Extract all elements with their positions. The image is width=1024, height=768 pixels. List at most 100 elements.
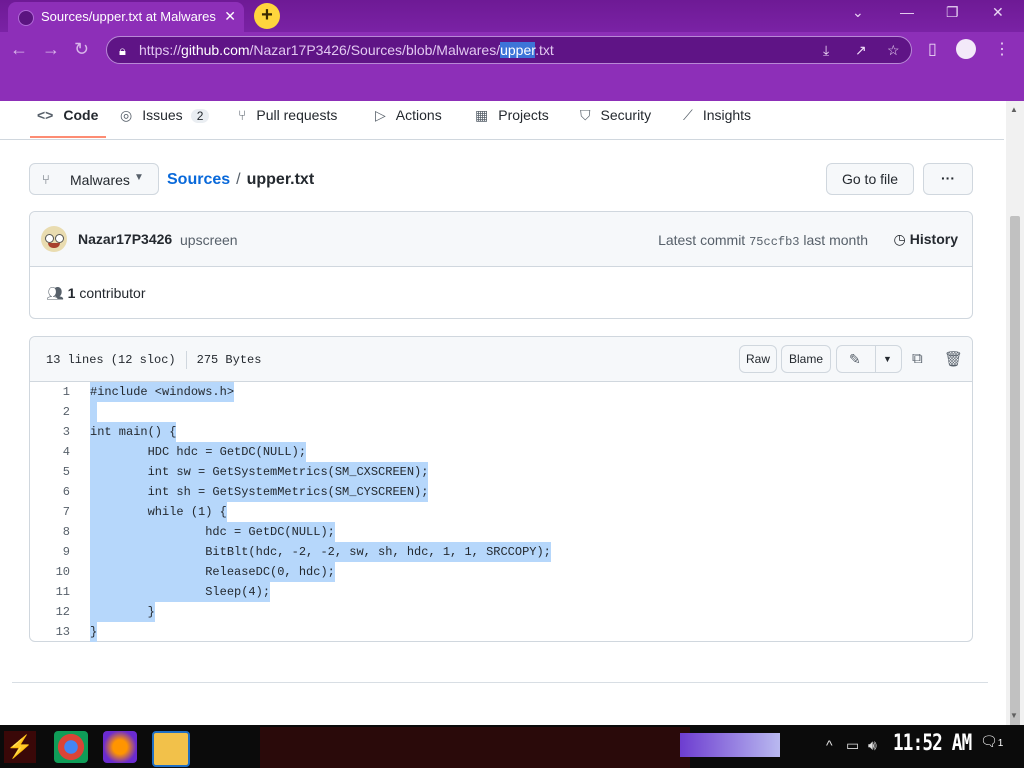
bookmark-star-icon[interactable]: ☆ [887, 42, 900, 59]
tab-pull-requests[interactable]: ⑂ Pull requests [238, 107, 337, 133]
new-tab-button[interactable]: + [254, 3, 280, 29]
chrome-taskbar-icon[interactable] [54, 731, 88, 763]
issues-count-badge: 2 [190, 109, 210, 123]
line-number[interactable]: 5 [30, 465, 70, 479]
tab-issues[interactable]: ◎ Issues 2 [120, 107, 210, 133]
line-number[interactable]: 9 [30, 545, 70, 559]
page-divider [12, 682, 988, 683]
close-window-icon[interactable]: ✕ [992, 4, 1004, 21]
line-number[interactable]: 8 [30, 525, 70, 539]
lock-icon: 🔒︎ [119, 43, 126, 58]
line-content[interactable]: BitBlt(hdc, -2, -2, sw, sh, hdc, 1, 1, S… [90, 542, 551, 562]
browser-tab-strip: Sources/upper.txt at Malwares ✕ + ⌄ — ❐ … [0, 0, 1024, 32]
history-link[interactable]: ◷ History [894, 231, 958, 248]
line-content[interactable]: int sw = GetSystemMetrics(SM_CXSCREEN); [90, 462, 429, 482]
tab-code[interactable]: <> Code [37, 107, 98, 133]
network-icon[interactable]: ▭ [846, 737, 859, 754]
line-number[interactable]: 11 [30, 585, 70, 599]
avatar-eye-left [45, 234, 54, 243]
line-number[interactable]: 2 [30, 405, 70, 419]
file-explorer-taskbar-icon[interactable] [152, 731, 190, 767]
caret-down-icon[interactable]: ▼ [883, 346, 892, 372]
line-number[interactable]: 10 [30, 565, 70, 579]
trash-icon[interactable]: 🗑︎ [944, 350, 963, 368]
install-icon[interactable]: ⤓ [823, 42, 829, 59]
tab-actions[interactable]: ▷ Actions [375, 107, 442, 133]
more-options-button[interactable]: ··· [923, 163, 973, 195]
line-number[interactable]: 13 [30, 625, 70, 639]
edit-button-group[interactable]: ✎ ▼ [836, 345, 902, 373]
browser-menu-icon[interactable]: ⋮ [994, 39, 1010, 59]
line-content[interactable]: } [90, 622, 98, 642]
back-icon[interactable]: ← [10, 39, 28, 60]
commit-sha[interactable]: 75ccfb3 [749, 235, 799, 249]
browser-page-header-band [0, 68, 1024, 101]
line-content[interactable]: } [90, 602, 155, 622]
raw-button[interactable]: Raw [739, 345, 777, 373]
tab-search-icon[interactable]: ⌄ [852, 4, 864, 21]
line-content[interactable]: int sh = GetSystemMetrics(SM_CYSCREEN); [90, 482, 429, 502]
scrollbar-thumb[interactable] [1010, 216, 1020, 761]
scroll-down-icon[interactable]: ▼ [1010, 711, 1018, 720]
browser-tab[interactable]: Sources/upper.txt at Malwares ✕ [8, 2, 244, 32]
reload-icon[interactable]: ↻ [74, 39, 89, 60]
repo-nav: <> Code ◎ Issues 2 ⑂ Pull requests ▷ Actions … [0, 101, 1004, 140]
line-number[interactable]: 12 [30, 605, 70, 619]
taskbar-decoration [680, 733, 780, 757]
history-icon: ◷ [893, 231, 906, 247]
go-to-file-button[interactable]: Go to file [826, 163, 914, 195]
restore-icon[interactable]: ❐ [946, 4, 959, 21]
volume-icon[interactable]: 🔊︎ [868, 737, 877, 754]
scroll-up-icon[interactable]: ▲ [1010, 105, 1018, 114]
repo-link[interactable]: Sources [167, 171, 230, 188]
code-line: 5 int sw = GetSystemMetrics(SM_CXSCREEN)… [30, 462, 972, 482]
commit-author[interactable]: Nazar17P3426 [78, 231, 172, 247]
line-content[interactable]: Sleep(4); [90, 582, 271, 602]
sidepanel-icon[interactable]: ▯ [928, 39, 937, 59]
contributors[interactable]: 👥︎ 1 contributor [46, 285, 146, 302]
line-content[interactable]: while (1) { [90, 502, 227, 522]
browser-toolbar: ← → ↻ 🔒︎ https://github.com/Nazar17P3426… [0, 32, 1024, 68]
share-icon[interactable]: ↗ [855, 42, 867, 59]
url-selection: upper [500, 42, 536, 58]
tab-projects[interactable]: ▦ Projects [475, 107, 549, 133]
page-scrollbar[interactable]: ▲ ▼ [1006, 101, 1024, 761]
line-count: 13 lines (12 sloc) [46, 353, 176, 368]
url-text[interactable]: https://github.com/Nazar17P3426/Sources/… [139, 42, 554, 58]
start-button[interactable]: ⚡ [4, 731, 36, 763]
commit-meta: Latest commit 75ccfb3 last month [658, 232, 868, 249]
firefox-taskbar-icon[interactable] [103, 731, 137, 763]
line-number[interactable]: 3 [30, 425, 70, 439]
branch-selector-button[interactable]: ⑂ Malwares ▼ [29, 163, 159, 195]
line-number[interactable]: 7 [30, 505, 70, 519]
issue-icon: ◎ [120, 107, 133, 123]
forward-icon[interactable]: → [42, 39, 60, 60]
line-number[interactable]: 1 [30, 385, 70, 399]
file-name: upper.txt [246, 171, 315, 188]
code-line: 10 ReleaseDC(0, hdc); [30, 562, 972, 582]
line-content[interactable]: ReleaseDC(0, hdc); [90, 562, 335, 582]
line-content[interactable]: #include <windows.h> [90, 382, 235, 402]
author-avatar[interactable] [41, 226, 67, 252]
tab-insights[interactable]: ⟋ Insights [683, 107, 751, 133]
copy-icon[interactable]: ⧉ [912, 350, 923, 367]
tab-security[interactable]: ⛉ Security [580, 107, 651, 133]
address-bar[interactable]: 🔒︎ https://github.com/Nazar17P3426/Sourc… [106, 36, 912, 64]
table-icon: ▦ [475, 107, 489, 123]
line-number[interactable]: 4 [30, 445, 70, 459]
profile-avatar-icon[interactable] [956, 39, 976, 59]
tab-close-icon[interactable]: ✕ [224, 8, 236, 25]
line-number[interactable]: 6 [30, 485, 70, 499]
line-content[interactable]: HDC hdc = GetDC(NULL); [90, 442, 307, 462]
show-hidden-icons-icon[interactable]: ^ [826, 737, 833, 753]
line-content[interactable] [90, 402, 98, 422]
breadcrumb: Sources / upper.txt [167, 171, 314, 189]
minimize-icon[interactable]: — [900, 4, 914, 20]
blame-button[interactable]: Blame [781, 345, 831, 373]
line-content[interactable]: hdc = GetDC(NULL); [90, 522, 335, 542]
line-content[interactable]: int main() { [90, 422, 177, 442]
system-clock[interactable]: 11:52 AM [893, 731, 972, 756]
commit-message[interactable]: upscreen [180, 232, 238, 248]
pencil-icon[interactable]: ✎ [849, 346, 861, 372]
notification-icon[interactable]: 🗨︎1 [980, 733, 1004, 757]
